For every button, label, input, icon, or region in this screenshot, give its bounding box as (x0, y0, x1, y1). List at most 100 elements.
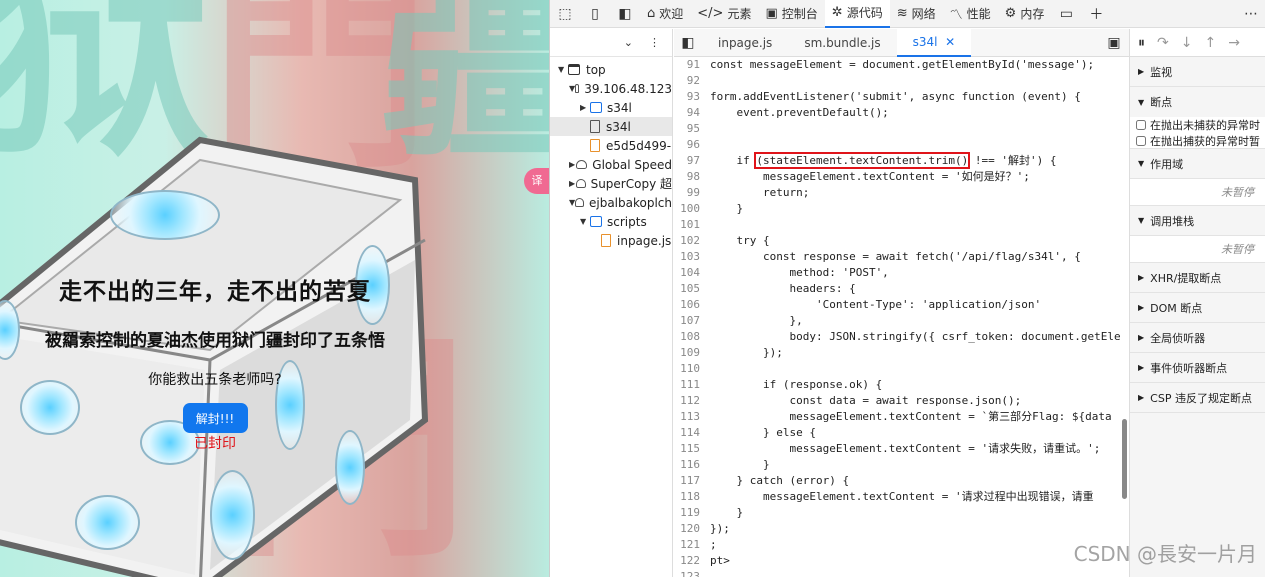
line-number[interactable]: 97 (674, 153, 710, 169)
editor-tab-sm-bundle[interactable]: sm.bundle.js (788, 29, 896, 57)
tab-home[interactable]: ⌂ 欢迎 (640, 0, 690, 28)
line-number[interactable]: 108 (674, 329, 710, 345)
editor-tab-inpage[interactable]: inpage.js (702, 29, 788, 57)
xhr-breakpoints-section[interactable]: ▶ XHR/提取断点 (1130, 263, 1265, 293)
chevron-right-icon[interactable]: ▶ (569, 160, 576, 169)
line-number[interactable]: 91 (674, 57, 710, 73)
sidebar-toggle-icon[interactable]: ◧ (610, 0, 640, 28)
code-line[interactable]: 92 (674, 73, 1129, 89)
chevron-down-icon[interactable]: ▼ (558, 65, 568, 74)
code-line[interactable]: 115 messageElement.textContent = '请求失败，请… (674, 441, 1129, 457)
code-line[interactable]: 106 'Content-Type': 'application/json' (674, 297, 1129, 313)
line-number[interactable]: 96 (674, 137, 710, 153)
line-number[interactable]: 112 (674, 393, 710, 409)
line-number[interactable]: 122 (674, 553, 710, 569)
step-icon[interactable]: → (1228, 35, 1240, 51)
editor-scrollbar[interactable] (1122, 419, 1127, 499)
tree-item[interactable]: ▶ Global Speed (550, 155, 672, 174)
line-number[interactable]: 119 (674, 505, 710, 521)
line-number[interactable]: 101 (674, 217, 710, 233)
line-number[interactable]: 107 (674, 313, 710, 329)
code-line[interactable]: 100 } (674, 201, 1129, 217)
code-line[interactable]: 93 form.addEventListener('submit', async … (674, 89, 1129, 105)
code-line[interactable]: 95 (674, 121, 1129, 137)
tree-item[interactable]: inpage.js (550, 231, 672, 250)
line-number[interactable]: 115 (674, 441, 710, 457)
code-line[interactable]: 118 messageElement.textContent = '请求过程中出… (674, 489, 1129, 505)
code-line[interactable]: 97 if (stateElement.textContent.trim() !… (674, 152, 1129, 169)
tree-item[interactable]: ▶ s34l (550, 98, 672, 117)
code-line[interactable]: 122 pt> (674, 553, 1129, 569)
code-line[interactable]: 98 messageElement.textContent = '如何是好？'; (674, 169, 1129, 185)
code-line[interactable]: 102 try { (674, 233, 1129, 249)
step-into-icon[interactable]: ↓ (1181, 35, 1193, 51)
code-line[interactable]: 110 (674, 361, 1129, 377)
csp-breakpoints-section[interactable]: ▶ CSP 违反了规定断点 (1130, 383, 1265, 413)
tree-item[interactable]: ▼ scripts (550, 212, 672, 231)
line-number[interactable]: 103 (674, 249, 710, 265)
dock-icon[interactable]: ▭ (1051, 0, 1081, 28)
code-line[interactable]: 107 }, (674, 313, 1129, 329)
code-line[interactable]: 117 } catch (error) { (674, 473, 1129, 489)
line-number[interactable]: 117 (674, 473, 710, 489)
event-listener-breakpoints-section[interactable]: ▶ 事件侦听器断点 (1130, 353, 1265, 383)
code-line[interactable]: 103 const response = await fetch('/api/f… (674, 249, 1129, 265)
dom-breakpoints-section[interactable]: ▶ DOM 断点 (1130, 293, 1265, 323)
more-options-icon[interactable]: ⋯ (1236, 0, 1265, 28)
close-icon[interactable]: ✕ (945, 35, 955, 49)
tab-console[interactable]: ▣ 控制台 (758, 0, 824, 28)
tree-item[interactable]: ▼ 39.106.48.123 (550, 79, 672, 98)
code-line[interactable]: 121; (674, 537, 1129, 553)
line-number[interactable]: 109 (674, 345, 710, 361)
code-view[interactable]: 91 const messageElement = document.getEle… (674, 57, 1129, 577)
chevron-down-icon[interactable]: ⌄ (624, 36, 633, 49)
code-line[interactable]: 91 const messageElement = document.getEle… (674, 57, 1129, 73)
device-emulation-icon[interactable]: ▯ (580, 0, 610, 28)
line-number[interactable]: 120 (674, 521, 710, 537)
code-line[interactable]: 96 (674, 137, 1129, 153)
line-number[interactable]: 98 (674, 169, 710, 185)
chevron-right-icon[interactable]: ▶ (580, 103, 590, 112)
watch-section[interactable]: ▶ 监视 (1130, 57, 1265, 87)
line-number[interactable]: 106 (674, 297, 710, 313)
line-number[interactable]: 114 (674, 425, 710, 441)
line-number[interactable]: 121 (674, 537, 710, 553)
pause-icon[interactable]: ⏸ (1138, 35, 1145, 51)
line-number[interactable]: 111 (674, 377, 710, 393)
add-tab-icon[interactable]: ＋ (1081, 0, 1111, 28)
code-line[interactable]: 109 }); (674, 345, 1129, 361)
line-number[interactable]: 104 (674, 265, 710, 281)
line-number[interactable]: 110 (674, 361, 710, 377)
global-listeners-section[interactable]: ▶ 全局侦听器 (1130, 323, 1265, 353)
scope-section[interactable]: ▼ 作用域 (1130, 149, 1265, 179)
line-number[interactable]: 116 (674, 457, 710, 473)
unseal-button[interactable]: 解封!!! (182, 403, 248, 433)
code-line[interactable]: 114 } else { (674, 425, 1129, 441)
code-line[interactable]: 119 } (674, 505, 1129, 521)
code-line[interactable]: 104 method: 'POST', (674, 265, 1129, 281)
pause-uncaught-checkbox[interactable] (1136, 120, 1146, 130)
code-line[interactable]: 108 body: JSON.stringify({ csrf_token: d… (674, 329, 1129, 345)
chevron-down-icon[interactable]: ▼ (580, 217, 590, 226)
chevron-right-icon[interactable]: ▶ (569, 179, 576, 188)
code-line[interactable]: 101 (674, 217, 1129, 233)
callstack-section[interactable]: ▼ 调用堆栈 (1130, 206, 1265, 236)
line-number[interactable]: 105 (674, 281, 710, 297)
tree-item[interactable]: ▶ SuperCopy 超 (550, 174, 672, 193)
pause-uncaught-option[interactable]: 在抛出未捕获的异常时 (1130, 117, 1265, 133)
tab-network[interactable]: ≋ 网络 (890, 0, 943, 28)
tab-sources[interactable]: ✲ 源代码 (824, 0, 890, 28)
more-vertical-icon[interactable]: ⋮ (649, 36, 660, 49)
tab-elements[interactable]: </> 元素 (690, 0, 758, 28)
step-out-icon[interactable]: ↑ (1204, 35, 1216, 51)
line-number[interactable]: 102 (674, 233, 710, 249)
code-line[interactable]: 120}); (674, 521, 1129, 537)
line-number[interactable]: 94 (674, 105, 710, 121)
line-number[interactable]: 123 (674, 569, 710, 577)
code-line[interactable]: 99 return; (674, 185, 1129, 201)
tree-item[interactable]: ▼ top (550, 60, 672, 79)
code-line[interactable]: 111 if (response.ok) { (674, 377, 1129, 393)
translate-icon[interactable]: 译 (524, 168, 549, 194)
pause-caught-option[interactable]: 在抛出捕获的异常时暂 (1130, 133, 1265, 149)
navigator-toggle-icon[interactable]: ◧ (674, 29, 702, 57)
